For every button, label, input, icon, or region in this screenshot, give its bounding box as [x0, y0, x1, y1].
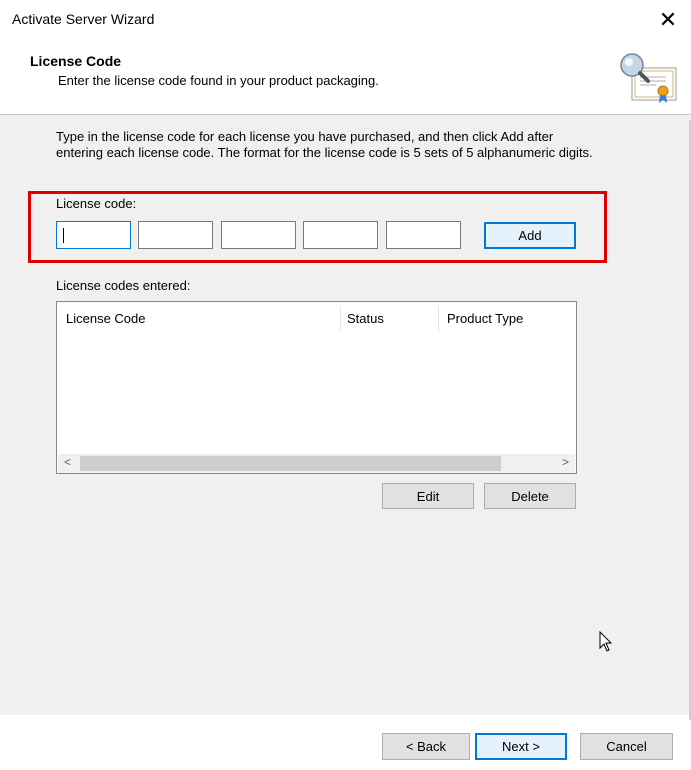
- window-title: Activate Server Wizard: [12, 11, 155, 27]
- page-subtitle: Enter the license code found in your pro…: [58, 73, 379, 88]
- page-title: License Code: [30, 53, 122, 69]
- add-button[interactable]: Add: [484, 222, 576, 249]
- column-divider[interactable]: [438, 306, 439, 332]
- scrollbar-thumb[interactable]: [80, 456, 501, 471]
- column-status[interactable]: Status: [347, 311, 384, 326]
- license-code-field-2[interactable]: [138, 221, 213, 249]
- scroll-right-icon[interactable]: >: [557, 455, 574, 469]
- column-divider[interactable]: [340, 306, 341, 332]
- license-code-field-1[interactable]: [56, 221, 131, 249]
- certificate-icon: [620, 53, 677, 103]
- wizard-header: License Code Enter the license code foun…: [0, 40, 691, 115]
- next-button[interactable]: Next >: [475, 733, 567, 760]
- column-product-type[interactable]: Product Type: [447, 311, 523, 326]
- license-code-label: License code:: [56, 196, 137, 211]
- close-icon: ✕: [658, 7, 678, 32]
- license-code-field-4[interactable]: [303, 221, 378, 249]
- column-license-code[interactable]: License Code: [66, 311, 146, 326]
- scroll-left-icon[interactable]: <: [59, 455, 76, 469]
- instructions-text: Type in the license code for each licens…: [56, 129, 593, 160]
- text-caret: [63, 228, 64, 243]
- codes-entered-label: License codes entered:: [56, 278, 191, 293]
- delete-button[interactable]: Delete: [484, 483, 576, 509]
- license-code-field-5[interactable]: [386, 221, 461, 249]
- edit-button[interactable]: Edit: [382, 483, 474, 509]
- horizontal-scrollbar[interactable]: < >: [58, 454, 575, 473]
- license-codes-list[interactable]: License Code Status Product Type < >: [56, 301, 577, 474]
- mouse-cursor-icon: [599, 631, 613, 652]
- cancel-button[interactable]: Cancel: [580, 733, 673, 760]
- license-code-field-3[interactable]: [221, 221, 296, 249]
- close-button[interactable]: ✕: [645, 0, 691, 40]
- back-button[interactable]: < Back: [382, 733, 470, 760]
